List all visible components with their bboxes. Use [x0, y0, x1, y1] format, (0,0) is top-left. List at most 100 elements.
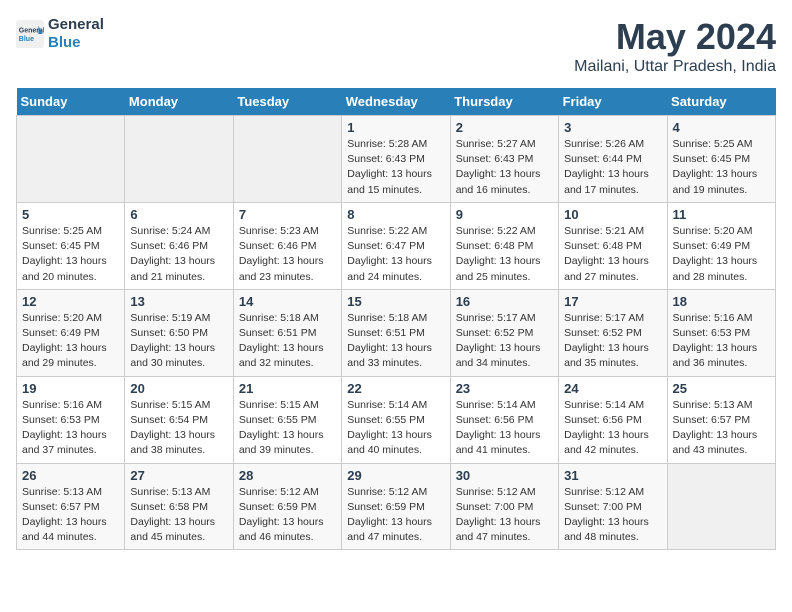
day-info: Sunrise: 5:18 AMSunset: 6:51 PMDaylight:…: [347, 311, 444, 372]
day-number: 11: [673, 207, 770, 222]
table-cell: 22 Sunrise: 5:14 AMSunset: 6:55 PMDayligh…: [342, 376, 450, 463]
day-info: Sunrise: 5:20 AMSunset: 6:49 PMDaylight:…: [673, 224, 770, 285]
day-info: Sunrise: 5:16 AMSunset: 6:53 PMDaylight:…: [22, 398, 119, 459]
table-cell: 11 Sunrise: 5:20 AMSunset: 6:49 PMDayligh…: [667, 202, 775, 289]
page-header: General Blue General Blue May 2024 Maila…: [16, 16, 776, 76]
day-number: 17: [564, 294, 661, 309]
day-info: Sunrise: 5:27 AMSunset: 6:43 PMDaylight:…: [456, 137, 553, 198]
day-info: Sunrise: 5:17 AMSunset: 6:52 PMDaylight:…: [564, 311, 661, 372]
day-number: 7: [239, 207, 336, 222]
day-number: 26: [22, 468, 119, 483]
table-cell: 5Sunrise: 5:25 AMSunset: 6:45 PMDaylight…: [17, 202, 125, 289]
day-number: 16: [456, 294, 553, 309]
table-cell: 13 Sunrise: 5:19 AMSunset: 6:50 PMDayligh…: [125, 289, 233, 376]
day-number: 20: [130, 381, 227, 396]
day-info: Sunrise: 5:25 AMSunset: 6:45 PMDaylight:…: [673, 137, 770, 198]
table-cell: 2 Sunrise: 5:27 AMSunset: 6:43 PMDaylight…: [450, 116, 558, 203]
day-number: 12: [22, 294, 119, 309]
col-sunday: Sunday: [17, 88, 125, 116]
table-cell: 3 Sunrise: 5:26 AMSunset: 6:44 PMDaylight…: [559, 116, 667, 203]
day-info: Sunrise: 5:19 AMSunset: 6:50 PMDaylight:…: [130, 311, 227, 372]
day-number: 3: [564, 120, 661, 135]
logo-line1: General: [48, 16, 104, 34]
table-cell: 15 Sunrise: 5:18 AMSunset: 6:51 PMDayligh…: [342, 289, 450, 376]
day-number: 4: [673, 120, 770, 135]
day-info: Sunrise: 5:12 AMSunset: 6:59 PMDaylight:…: [347, 485, 444, 546]
col-thursday: Thursday: [450, 88, 558, 116]
day-number: 25: [673, 381, 770, 396]
day-number: 1: [347, 120, 444, 135]
table-cell: [233, 116, 341, 203]
day-number: 24: [564, 381, 661, 396]
day-number: 28: [239, 468, 336, 483]
day-number: 15: [347, 294, 444, 309]
table-cell: 1 Sunrise: 5:28 AMSunset: 6:43 PMDaylight…: [342, 116, 450, 203]
logo-line2: Blue: [48, 34, 104, 52]
table-cell: 28 Sunrise: 5:12 AMSunset: 6:59 PMDayligh…: [233, 463, 341, 550]
table-cell: 6Sunrise: 5:24 AMSunset: 6:46 PMDaylight…: [125, 202, 233, 289]
table-cell: 29 Sunrise: 5:12 AMSunset: 6:59 PMDayligh…: [342, 463, 450, 550]
table-cell: 30Sunrise: 5:12 AMSunset: 7:00 PMDayligh…: [450, 463, 558, 550]
table-cell: 7 Sunrise: 5:23 AMSunset: 6:46 PMDaylight…: [233, 202, 341, 289]
day-info: Sunrise: 5:22 AMSunset: 6:47 PMDaylight:…: [347, 224, 444, 285]
day-info: Sunrise: 5:12 AMSunset: 7:00 PMDaylight:…: [564, 485, 661, 546]
calendar-body: 1 Sunrise: 5:28 AMSunset: 6:43 PMDaylight…: [17, 116, 776, 550]
day-info: Sunrise: 5:13 AMSunset: 6:57 PMDaylight:…: [22, 485, 119, 546]
table-cell: 25 Sunrise: 5:13 AMSunset: 6:57 PMDayligh…: [667, 376, 775, 463]
table-cell: 24Sunrise: 5:14 AMSunset: 6:56 PMDayligh…: [559, 376, 667, 463]
day-number: 21: [239, 381, 336, 396]
table-cell: 9Sunrise: 5:22 AMSunset: 6:48 PMDaylight…: [450, 202, 558, 289]
table-cell: [17, 116, 125, 203]
col-wednesday: Wednesday: [342, 88, 450, 116]
calendar-week-row: 12Sunrise: 5:20 AMSunset: 6:49 PMDayligh…: [17, 289, 776, 376]
day-info: Sunrise: 5:14 AMSunset: 6:55 PMDaylight:…: [347, 398, 444, 459]
day-info: Sunrise: 5:21 AMSunset: 6:48 PMDaylight:…: [564, 224, 661, 285]
day-number: 18: [673, 294, 770, 309]
calendar-week-row: 1 Sunrise: 5:28 AMSunset: 6:43 PMDaylight…: [17, 116, 776, 203]
day-info: Sunrise: 5:22 AMSunset: 6:48 PMDaylight:…: [456, 224, 553, 285]
day-number: 6: [130, 207, 227, 222]
day-info: Sunrise: 5:13 AMSunset: 6:57 PMDaylight:…: [673, 398, 770, 459]
table-cell: 16Sunrise: 5:17 AMSunset: 6:52 PMDayligh…: [450, 289, 558, 376]
logo: General Blue General Blue: [16, 16, 104, 52]
table-cell: 18 Sunrise: 5:16 AMSunset: 6:53 PMDayligh…: [667, 289, 775, 376]
day-info: Sunrise: 5:28 AMSunset: 6:43 PMDaylight:…: [347, 137, 444, 198]
calendar-table: Sunday Monday Tuesday Wednesday Thursday…: [16, 88, 776, 550]
table-cell: 8 Sunrise: 5:22 AMSunset: 6:47 PMDaylight…: [342, 202, 450, 289]
day-number: 23: [456, 381, 553, 396]
day-info: Sunrise: 5:23 AMSunset: 6:46 PMDaylight:…: [239, 224, 336, 285]
day-info: Sunrise: 5:18 AMSunset: 6:51 PMDaylight:…: [239, 311, 336, 372]
day-number: 8: [347, 207, 444, 222]
table-cell: 14Sunrise: 5:18 AMSunset: 6:51 PMDayligh…: [233, 289, 341, 376]
table-cell: 27Sunrise: 5:13 AMSunset: 6:58 PMDayligh…: [125, 463, 233, 550]
calendar-week-row: 19 Sunrise: 5:16 AMSunset: 6:53 PMDayligh…: [17, 376, 776, 463]
day-number: 19: [22, 381, 119, 396]
table-cell: [125, 116, 233, 203]
day-info: Sunrise: 5:13 AMSunset: 6:58 PMDaylight:…: [130, 485, 227, 546]
table-cell: 4 Sunrise: 5:25 AMSunset: 6:45 PMDaylight…: [667, 116, 775, 203]
table-cell: [667, 463, 775, 550]
table-cell: 31Sunrise: 5:12 AMSunset: 7:00 PMDayligh…: [559, 463, 667, 550]
day-number: 13: [130, 294, 227, 309]
day-number: 29: [347, 468, 444, 483]
day-info: Sunrise: 5:12 AMSunset: 7:00 PMDaylight:…: [456, 485, 553, 546]
day-info: Sunrise: 5:15 AMSunset: 6:55 PMDaylight:…: [239, 398, 336, 459]
day-number: 2: [456, 120, 553, 135]
day-number: 5: [22, 207, 119, 222]
col-tuesday: Tuesday: [233, 88, 341, 116]
col-saturday: Saturday: [667, 88, 775, 116]
logo-icon: General Blue: [16, 20, 44, 48]
day-info: Sunrise: 5:12 AMSunset: 6:59 PMDaylight:…: [239, 485, 336, 546]
table-cell: 17 Sunrise: 5:17 AMSunset: 6:52 PMDayligh…: [559, 289, 667, 376]
svg-text:Blue: Blue: [19, 36, 34, 43]
day-number: 22: [347, 381, 444, 396]
day-info: Sunrise: 5:15 AMSunset: 6:54 PMDaylight:…: [130, 398, 227, 459]
table-cell: 20 Sunrise: 5:15 AMSunset: 6:54 PMDayligh…: [125, 376, 233, 463]
day-number: 10: [564, 207, 661, 222]
location: Mailani, Uttar Pradesh, India: [574, 58, 776, 76]
table-cell: 21 Sunrise: 5:15 AMSunset: 6:55 PMDayligh…: [233, 376, 341, 463]
table-cell: 10 Sunrise: 5:21 AMSunset: 6:48 PMDayligh…: [559, 202, 667, 289]
day-info: Sunrise: 5:16 AMSunset: 6:53 PMDaylight:…: [673, 311, 770, 372]
day-info: Sunrise: 5:26 AMSunset: 6:44 PMDaylight:…: [564, 137, 661, 198]
calendar-header-row: Sunday Monday Tuesday Wednesday Thursday…: [17, 88, 776, 116]
